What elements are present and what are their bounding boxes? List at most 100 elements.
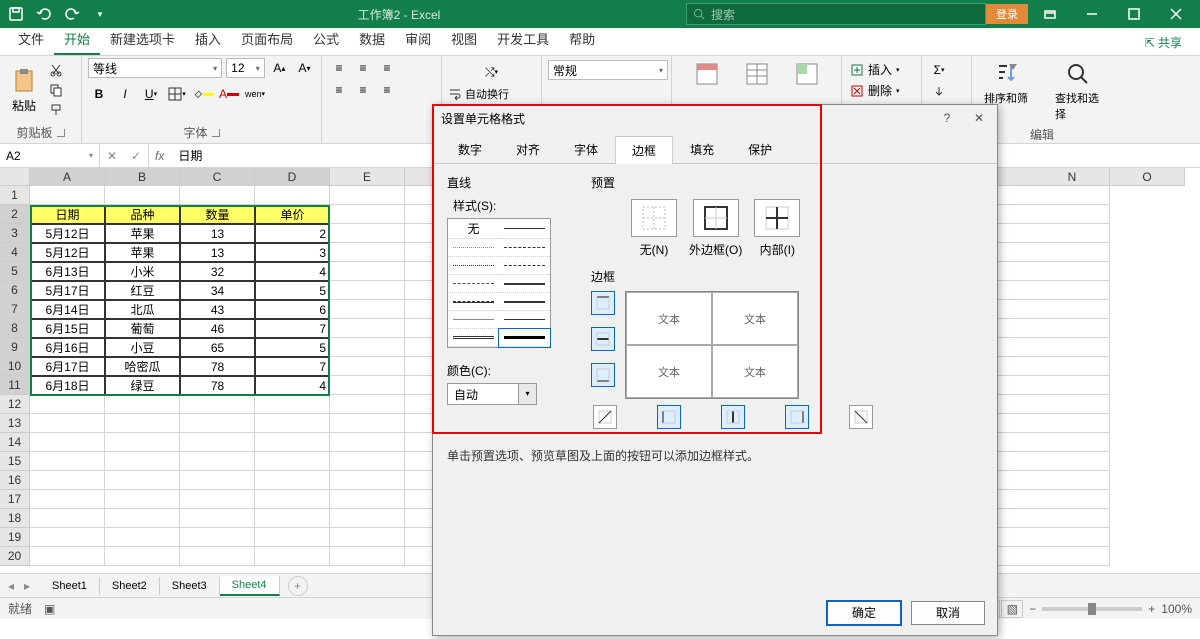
cell[interactable] — [105, 528, 180, 547]
cell[interactable]: 6月15日 — [30, 319, 105, 338]
cell[interactable] — [1035, 528, 1110, 547]
cell[interactable] — [30, 547, 105, 566]
tab-layout[interactable]: 页面布局 — [231, 24, 303, 55]
dtab-number[interactable]: 数字 — [441, 135, 499, 163]
decrease-font-icon[interactable]: A▾ — [294, 58, 315, 78]
cell[interactable] — [1035, 376, 1110, 395]
cell[interactable]: 5月12日 — [30, 224, 105, 243]
cell[interactable] — [330, 281, 405, 300]
cell[interactable]: 苹果 — [105, 243, 180, 262]
cut-icon[interactable] — [46, 61, 66, 79]
macro-record-icon[interactable]: ▣ — [44, 602, 55, 616]
cell[interactable] — [180, 395, 255, 414]
cell[interactable]: 品种 — [105, 205, 180, 224]
cell[interactable] — [330, 471, 405, 490]
border-diag-up-button[interactable] — [593, 405, 617, 429]
sheet-nav[interactable]: ◂▸ — [4, 579, 34, 593]
underline-button[interactable]: U ▾ — [140, 84, 162, 104]
search-box[interactable]: 搜索 — [686, 3, 986, 25]
cell[interactable] — [180, 528, 255, 547]
align-center-icon[interactable]: ≡ — [352, 80, 374, 100]
font-name-combo[interactable]: 等线▾ — [88, 58, 222, 78]
cell[interactable]: 红豆 — [105, 281, 180, 300]
row-header[interactable]: 10 — [0, 357, 30, 376]
wrap-text-button[interactable]: 自动换行 — [448, 86, 535, 102]
dtab-border[interactable]: 边框 — [615, 136, 673, 164]
cell[interactable] — [255, 528, 330, 547]
cell[interactable] — [30, 471, 105, 490]
tab-formula[interactable]: 公式 — [303, 24, 349, 55]
redo-icon[interactable] — [60, 2, 84, 26]
cell[interactable]: 绿豆 — [105, 376, 180, 395]
cell[interactable] — [105, 452, 180, 471]
cell[interactable] — [180, 452, 255, 471]
cell[interactable] — [330, 243, 405, 262]
cell[interactable] — [330, 528, 405, 547]
cell[interactable]: 日期 — [30, 205, 105, 224]
cell[interactable]: 6月17日 — [30, 357, 105, 376]
maximize-icon[interactable] — [1114, 0, 1154, 28]
cell[interactable] — [330, 414, 405, 433]
cell[interactable]: 5月17日 — [30, 281, 105, 300]
cell[interactable] — [30, 528, 105, 547]
border-top-button[interactable] — [591, 291, 615, 315]
row-header[interactable]: 17 — [0, 490, 30, 509]
row-header[interactable]: 8 — [0, 319, 30, 338]
cell[interactable] — [105, 395, 180, 414]
close-icon[interactable]: ✕ — [969, 111, 989, 125]
cell[interactable] — [1035, 186, 1110, 205]
cell[interactable] — [1035, 471, 1110, 490]
cancel-formula-icon[interactable]: ✕ — [100, 144, 124, 168]
cell[interactable] — [105, 186, 180, 205]
cell[interactable] — [330, 300, 405, 319]
cell[interactable]: 46 — [180, 319, 255, 338]
sheet-tab[interactable]: Sheet4 — [220, 576, 280, 596]
border-left-button[interactable] — [657, 405, 681, 429]
dialog-launcher-icon[interactable] — [212, 129, 220, 137]
col-header[interactable]: N — [1035, 168, 1110, 186]
row-header[interactable]: 19 — [0, 528, 30, 547]
row-header[interactable]: 1 — [0, 186, 30, 205]
align-left-icon[interactable]: ≡ — [328, 80, 350, 100]
cell[interactable] — [180, 547, 255, 566]
cell[interactable] — [105, 433, 180, 452]
name-box[interactable]: A2▾ — [0, 144, 100, 167]
cell[interactable] — [180, 186, 255, 205]
row-header[interactable]: 4 — [0, 243, 30, 262]
row-header[interactable]: 16 — [0, 471, 30, 490]
dtab-fill[interactable]: 填充 — [673, 135, 731, 163]
cell[interactable]: 32 — [180, 262, 255, 281]
col-header[interactable]: C — [180, 168, 255, 186]
cell[interactable]: 小米 — [105, 262, 180, 281]
cell[interactable] — [180, 490, 255, 509]
autosum-icon[interactable]: Σ ▾ — [928, 60, 950, 80]
cell[interactable] — [105, 471, 180, 490]
color-combo[interactable]: 自动▾ — [447, 383, 537, 405]
cell[interactable] — [30, 490, 105, 509]
dtab-protect[interactable]: 保护 — [731, 135, 789, 163]
tab-insert[interactable]: 插入 — [185, 24, 231, 55]
cell[interactable] — [105, 414, 180, 433]
cell[interactable] — [255, 547, 330, 566]
row-header[interactable]: 15 — [0, 452, 30, 471]
align-bottom-icon[interactable]: ≡ — [376, 58, 398, 78]
cell[interactable] — [330, 357, 405, 376]
preset-none-button[interactable] — [631, 199, 677, 237]
cell[interactable]: 3 — [255, 243, 330, 262]
zoom-out-button[interactable]: − — [1029, 602, 1036, 616]
number-format-combo[interactable]: 常规▾ — [548, 60, 668, 80]
cell[interactable] — [1035, 319, 1110, 338]
cell[interactable] — [330, 319, 405, 338]
cell[interactable]: 6月14日 — [30, 300, 105, 319]
col-header[interactable]: A — [30, 168, 105, 186]
increase-font-icon[interactable]: A▴ — [269, 58, 290, 78]
fx-icon[interactable]: fx — [149, 149, 170, 163]
cell[interactable]: 13 — [180, 224, 255, 243]
cell[interactable] — [330, 205, 405, 224]
cell[interactable] — [180, 471, 255, 490]
cell[interactable] — [330, 547, 405, 566]
cell[interactable] — [30, 186, 105, 205]
cell[interactable] — [1035, 414, 1110, 433]
row-header[interactable]: 7 — [0, 300, 30, 319]
cell[interactable]: 5 — [255, 338, 330, 357]
